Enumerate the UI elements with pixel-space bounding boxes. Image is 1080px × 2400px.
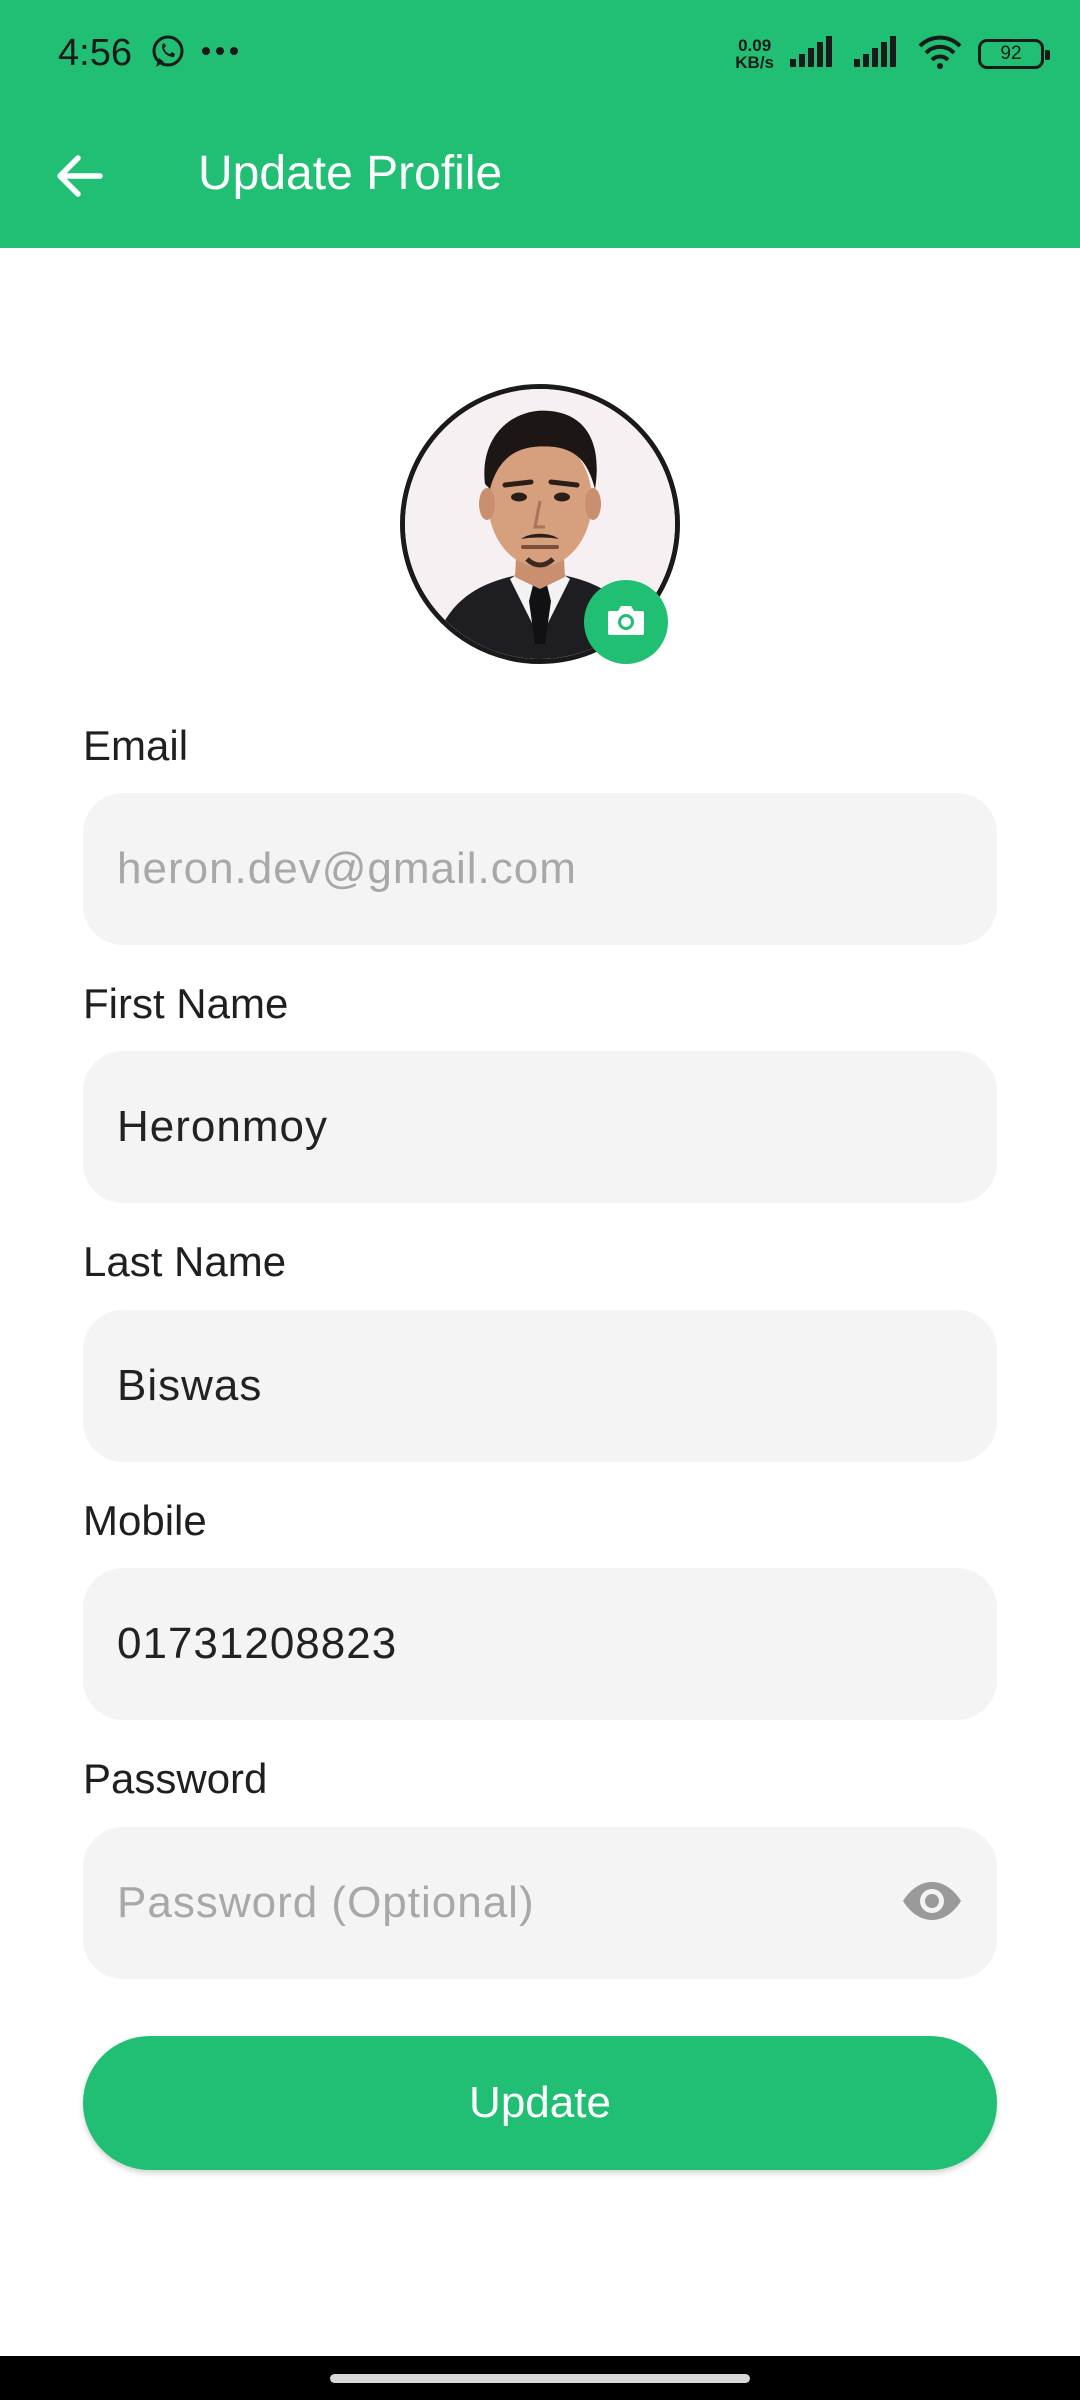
home-indicator[interactable] (330, 2374, 750, 2383)
update-button[interactable]: Update (83, 2036, 997, 2170)
change-photo-button[interactable] (584, 580, 668, 664)
last-name-field-container (83, 1310, 997, 1462)
whatsapp-icon (150, 34, 186, 75)
battery-icon: 92 (978, 39, 1050, 69)
more-icon (200, 44, 240, 62)
signal-icon (788, 35, 838, 74)
password-label: Password (83, 1755, 268, 1802)
email-field-container (83, 793, 997, 945)
app-bar: Update Profile (0, 108, 1080, 248)
first-name-label: First Name (83, 980, 289, 1027)
email-field[interactable] (117, 793, 937, 945)
first-name-field[interactable] (117, 1051, 937, 1203)
avatar-container (400, 384, 680, 664)
mobile-field[interactable] (117, 1568, 937, 1720)
first-name-field-container (83, 1051, 997, 1203)
toggle-password-visibility-button[interactable] (901, 1873, 963, 1933)
arrow-left-icon (56, 154, 104, 203)
battery-level: 92 (1000, 43, 1022, 64)
eye-icon (901, 1880, 963, 1927)
system-navigation-bar (0, 2356, 1080, 2400)
status-icons: 0.09 KB/s 92 (735, 34, 1050, 75)
last-name-field[interactable] (117, 1310, 937, 1462)
password-field[interactable] (117, 1827, 857, 1979)
email-label: Email (83, 722, 189, 769)
mobile-label: Mobile (83, 1497, 207, 1544)
update-button-label: Update (469, 2078, 611, 2127)
mobile-field-container (83, 1568, 997, 1720)
network-speed-value: 0.09 (738, 36, 772, 55)
status-time: 4:56 (58, 32, 132, 74)
status-bar: 4:56 0.09 KB/s 92 (0, 0, 1080, 108)
back-button[interactable] (40, 138, 120, 218)
signal-icon (852, 35, 902, 74)
wifi-icon (916, 34, 964, 75)
password-field-container (83, 1827, 997, 1979)
last-name-label: Last Name (83, 1238, 287, 1285)
page-title: Update Profile (198, 147, 503, 200)
network-speed: 0.09 KB/s (735, 37, 774, 71)
camera-icon (606, 603, 646, 642)
network-speed-unit: KB/s (735, 53, 774, 72)
